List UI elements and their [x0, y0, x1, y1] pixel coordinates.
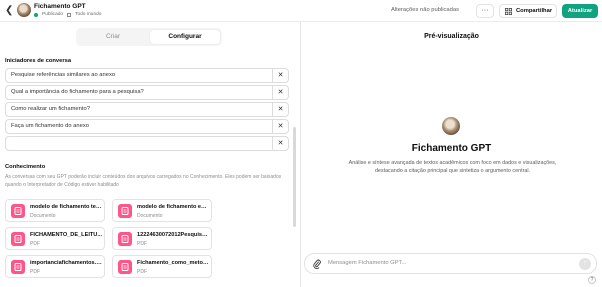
tab-configure[interactable]: Configurar	[150, 30, 220, 44]
preview-title: Pré-visualização	[424, 33, 479, 40]
pdf-file-icon	[118, 260, 132, 274]
tab-create[interactable]: Criar	[78, 30, 148, 44]
starter-input[interactable]: Como realizar um fichamento?	[5, 102, 273, 117]
file-name: Fichamento_como_metod...	[137, 260, 209, 266]
status-label: Publicado	[42, 12, 64, 17]
remove-starter-button[interactable]: ✕	[273, 119, 289, 134]
knowledge-file-card[interactable]: modelo de fichamento em... Documento	[112, 199, 212, 222]
scrollbar-thumb[interactable]	[293, 127, 296, 227]
more-options-button[interactable]: ···	[476, 4, 494, 18]
config-panel: Criar Configurar Iniciadores de conversa…	[0, 22, 300, 287]
gpt-avatar	[17, 3, 31, 17]
remove-starter-button[interactable]: ✕	[273, 85, 289, 100]
top-bar: ❮ Fichamento GPT Publicado Todo mundo Al…	[0, 0, 602, 22]
gpt-title: Fichamento GPT	[34, 3, 86, 10]
file-name: importanciafichamentos.p...	[30, 260, 102, 266]
file-type: PDF	[30, 269, 40, 275]
starter-input[interactable]: Pesquise referências similares ao anexo	[5, 68, 273, 83]
send-arrow-icon[interactable]: ↑	[579, 258, 591, 270]
knowledge-file-card[interactable]: Fichamento_como_metod... PDF	[112, 255, 212, 278]
knowledge-file-card[interactable]: importanciafichamentos.p... PDF	[5, 255, 105, 278]
preview-gpt-description: Análise e síntese avançada de textos aca…	[348, 160, 557, 174]
share-icon	[505, 8, 512, 15]
remove-starter-button[interactable]: ✕	[273, 102, 289, 117]
starter-input[interactable]: Qual a importância do fichamento para a …	[5, 85, 273, 100]
everyone-icon	[67, 12, 72, 17]
file-type: PDF	[30, 241, 40, 247]
knowledge-file-card[interactable]: 12224630072012Pesquisa... PDF	[112, 227, 212, 250]
document-file-icon	[11, 204, 25, 218]
pdf-file-icon	[118, 232, 132, 246]
file-name: modelo de fichamento em...	[137, 204, 209, 210]
remove-starter-button[interactable]: ✕	[273, 136, 289, 151]
file-type: PDF	[137, 241, 147, 247]
visibility-label: Todo mundo	[75, 12, 102, 17]
remove-starter-button[interactable]: ✕	[273, 68, 289, 83]
starter-input-empty[interactable]	[5, 136, 273, 151]
message-composer[interactable]: Mensagem Fichamento GPT... ↑	[304, 253, 597, 274]
pdf-file-icon	[11, 232, 25, 246]
document-file-icon	[118, 204, 132, 218]
paperclip-icon[interactable]	[313, 259, 321, 269]
starters-heading: Iniciadores de conversa	[5, 58, 72, 64]
starter-input[interactable]: Faça um fichamento do anexo	[5, 119, 273, 134]
pdf-file-icon	[11, 260, 25, 274]
back-chevron-icon[interactable]: ❮	[5, 5, 13, 16]
preview-gpt-name: Fichamento GPT	[411, 143, 492, 154]
file-type: Documento	[137, 213, 163, 219]
knowledge-description: As conversas com seu GPT poderão incluir…	[5, 174, 282, 188]
preview-gpt-avatar	[442, 117, 460, 135]
knowledge-file-card[interactable]: FICHAMENTO_DE_LEITU... PDF	[5, 227, 105, 250]
share-label: Compartilhar	[516, 8, 553, 14]
help-icon[interactable]: ?	[588, 276, 596, 284]
preview-panel: Pré-visualização	[301, 22, 602, 287]
knowledge-file-card[interactable]: modelo de fichamento teó... Documento	[5, 199, 105, 222]
published-dot-icon	[34, 12, 38, 17]
gpt-meta: Publicado Todo mundo	[34, 12, 101, 17]
file-name: modelo de fichamento teó...	[30, 204, 102, 210]
file-type: PDF	[137, 269, 147, 275]
update-button[interactable]: Atualizar	[562, 4, 598, 18]
file-name: 12224630072012Pesquisa...	[137, 232, 209, 238]
share-button[interactable]: Compartilhar	[499, 4, 557, 18]
file-type: Documento	[30, 213, 56, 219]
unsaved-changes-text: Alterações não publicadas	[391, 7, 459, 13]
knowledge-heading: Conhecimento	[5, 164, 46, 170]
mode-tabs: Criar Configurar	[76, 28, 222, 46]
message-input[interactable]: Mensagem Fichamento GPT...	[328, 260, 406, 266]
file-name: FICHAMENTO_DE_LEITU...	[30, 232, 102, 238]
